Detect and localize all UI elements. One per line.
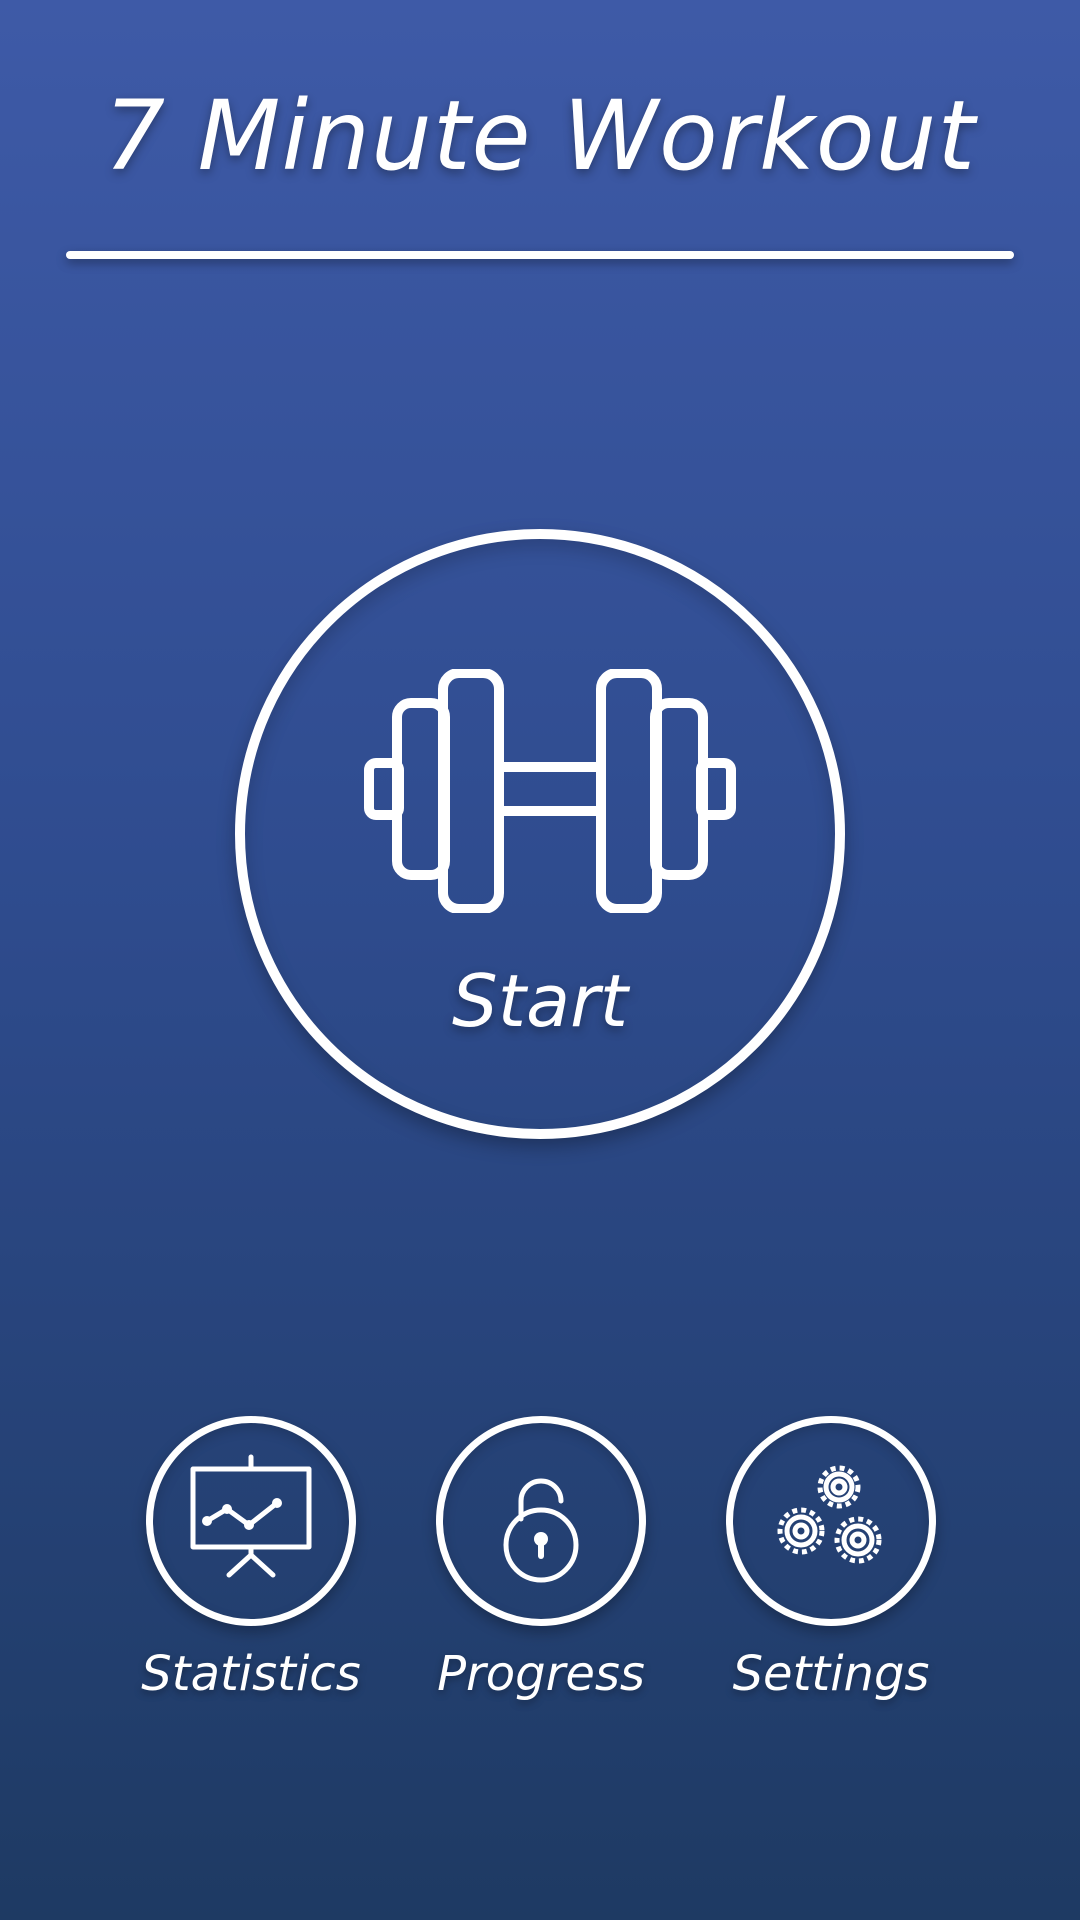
settings-label: Settings [732,1646,930,1702]
title-divider [66,251,1014,259]
progress-label: Progress [437,1646,645,1702]
statistics-button[interactable]: Statistics [118,1416,378,1716]
progress-circle [436,1416,646,1626]
chart-presentation-icon [190,1454,312,1578]
statistics-circle [146,1416,356,1626]
gears-icon [777,1465,882,1564]
settings-circle [726,1416,936,1626]
progress-button[interactable]: Progress [408,1416,668,1716]
statistics-label: Statistics [141,1646,361,1702]
page-title: 7 Minute Workout [104,80,976,192]
settings-button[interactable]: Settings [698,1416,958,1716]
unlocked-padlock-icon [503,1478,579,1583]
dumbbell-icon [364,669,736,913]
start-label: Start [452,959,628,1043]
start-button[interactable]: Start [235,529,845,1139]
